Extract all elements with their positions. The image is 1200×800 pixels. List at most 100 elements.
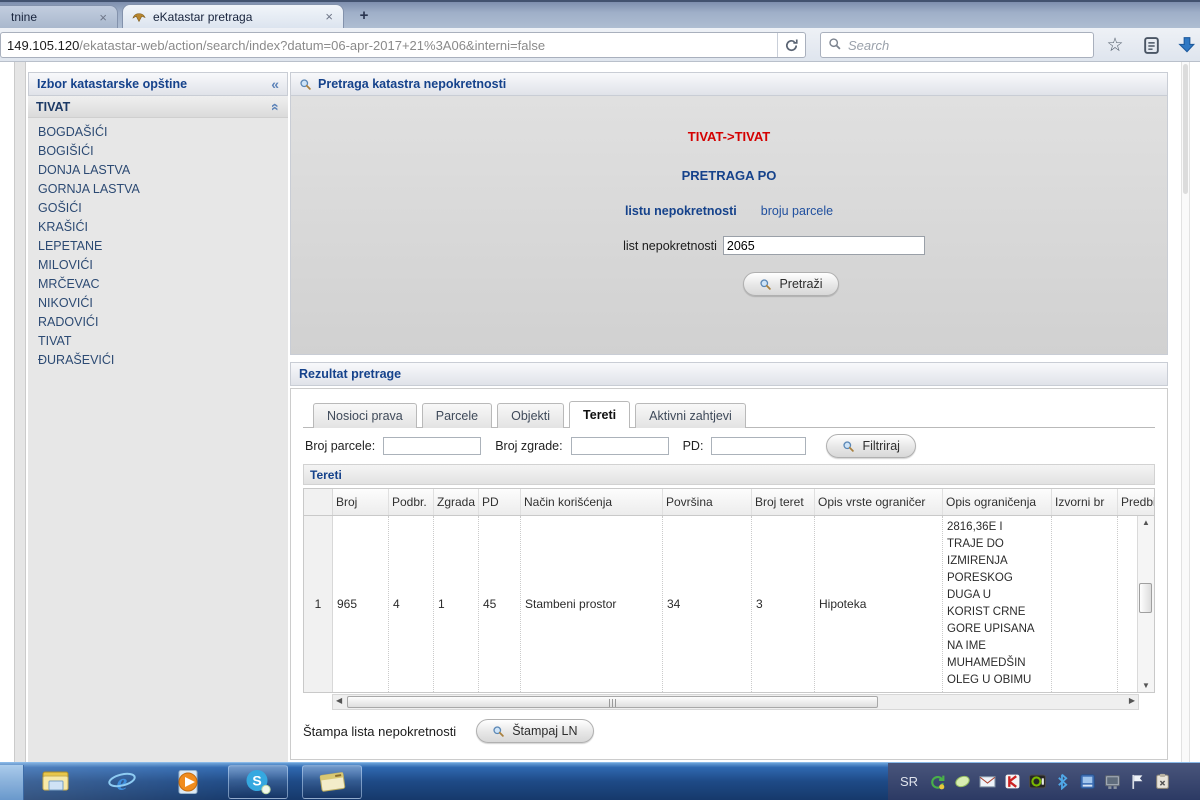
- leaf-icon[interactable]: [954, 773, 971, 790]
- mode-parcel-link[interactable]: broju parcele: [761, 204, 833, 218]
- page-scrollbar[interactable]: [1181, 62, 1190, 762]
- sidebar-item[interactable]: RADOVIĆI: [38, 313, 288, 332]
- sidebar-item[interactable]: MILOVIĆI: [38, 256, 288, 275]
- sidebar-item[interactable]: LEPETANE: [38, 237, 288, 256]
- flag-icon[interactable]: [1129, 773, 1146, 790]
- app-grid-icon[interactable]: [1079, 773, 1096, 790]
- sidebar-item[interactable]: TIVAT: [38, 332, 288, 351]
- sync-icon[interactable]: [929, 773, 946, 790]
- search-input[interactable]: Search: [820, 32, 1094, 58]
- sidebar-item[interactable]: DONJA LASTVA: [38, 161, 288, 180]
- active-window-icon[interactable]: [302, 765, 362, 799]
- grid-header-cell[interactable]: Način korišćenja: [521, 489, 663, 515]
- ln-number-input[interactable]: [723, 236, 925, 255]
- explorer-icon[interactable]: [30, 765, 82, 799]
- filter-row: Broj parcele: Broj zgrade: PD: Filtriraj: [303, 428, 1155, 464]
- sidebar-group-tivat[interactable]: TIVAT «: [28, 96, 288, 118]
- sidebar-item[interactable]: ĐURAŠEVIĆI: [38, 351, 288, 370]
- cell-zgrada: 1: [434, 516, 479, 692]
- result-tab[interactable]: Objekti: [497, 403, 564, 428]
- close-icon[interactable]: ×: [323, 10, 335, 23]
- reload-icon[interactable]: [777, 33, 805, 57]
- sidebar-item[interactable]: GOŠIĆI: [38, 199, 288, 218]
- tab-active[interactable]: eKatastar pretraga ×: [122, 4, 344, 28]
- display-icon[interactable]: [1104, 773, 1121, 790]
- results-title-bar: Rezultat pretrage: [290, 362, 1168, 386]
- search-button[interactable]: Pretraži: [743, 272, 838, 296]
- sidebar-item[interactable]: NIKOVIĆI: [38, 294, 288, 313]
- scroll-right-icon[interactable]: ▶: [1129, 696, 1135, 705]
- grid-vscroll-thumb[interactable]: [1139, 583, 1152, 613]
- gpu-icon[interactable]: [1029, 773, 1046, 790]
- favicon-icon: [131, 9, 147, 25]
- sidebar-item[interactable]: MRČEVAC: [38, 275, 288, 294]
- browser-tab-bar: tnine × eKatastar pretraga × +: [0, 0, 1200, 28]
- url-domain: 149.105.120: [7, 38, 79, 53]
- print-ln-button[interactable]: Štampaj LN: [476, 719, 593, 743]
- grid-header-cell[interactable]: PD: [479, 489, 521, 515]
- result-tab[interactable]: Aktivni zahtjevi: [635, 403, 746, 428]
- skype-icon[interactable]: S: [228, 765, 288, 799]
- tereti-grid: Broj Podbr. Zgrada PD Način korišćenja P…: [303, 488, 1155, 693]
- scroll-left-icon[interactable]: ◀: [336, 696, 342, 705]
- mail-icon[interactable]: [979, 773, 996, 790]
- bookmarks-list-icon[interactable]: [1140, 34, 1162, 56]
- grid-horizontal-scrollbar[interactable]: ◀ ▶: [332, 694, 1139, 710]
- grid-header-cell[interactable]: Opis vrste ograničer: [815, 489, 943, 515]
- ln-form-row: list nepokretnosti: [336, 236, 1200, 255]
- table-row[interactable]: 1 965 4 1 45 Stambeni prostor 34 3 Hipot…: [304, 516, 1155, 692]
- page-scrollbar-thumb[interactable]: [1183, 64, 1188, 194]
- filter-pd-label: PD:: [683, 439, 704, 453]
- page-title: Pretraga katastra nepokretnosti: [318, 77, 506, 91]
- antivirus-icon[interactable]: [1004, 773, 1021, 790]
- tab-background[interactable]: tnine ×: [0, 5, 118, 28]
- grid-header-cell[interactable]: Izvorni br: [1052, 489, 1118, 515]
- internet-explorer-icon[interactable]: e: [96, 765, 148, 799]
- collapse-panel-icon[interactable]: «: [271, 76, 279, 92]
- clipboard-icon[interactable]: [1154, 773, 1171, 790]
- close-icon[interactable]: ×: [97, 11, 109, 24]
- grid-hscroll-thumb[interactable]: [347, 696, 878, 708]
- grid-header-cell[interactable]: Opis ograničenja: [943, 489, 1052, 515]
- sidebar-item[interactable]: GORNJA LASTVA: [38, 180, 288, 199]
- bookmark-star-icon[interactable]: ☆: [1104, 34, 1126, 56]
- grid-header-cell[interactable]: Broj: [333, 489, 389, 515]
- url-bar[interactable]: 149.105.120/ekatastar-web/action/search/…: [0, 32, 806, 58]
- bluetooth-icon[interactable]: [1054, 773, 1071, 790]
- collapsed-panel-strip[interactable]: [14, 62, 26, 762]
- result-tab[interactable]: Parcele: [422, 403, 492, 428]
- tereti-section-title: Tereti: [310, 468, 342, 482]
- new-tab-button[interactable]: +: [352, 7, 376, 26]
- filter-pd-input[interactable]: [711, 437, 806, 455]
- sidebar-item[interactable]: KRAŠIĆI: [38, 218, 288, 237]
- downloads-icon[interactable]: [1176, 34, 1198, 56]
- grid-vertical-scrollbar[interactable]: ▲ ▼: [1137, 516, 1154, 692]
- language-indicator[interactable]: SR: [900, 774, 918, 789]
- sidebar-item[interactable]: BOGIŠIĆI: [38, 142, 288, 161]
- grid-header-cell[interactable]: Površina: [663, 489, 752, 515]
- filter-button-label: Filtriraj: [862, 439, 900, 453]
- scroll-up-icon[interactable]: ▲: [1138, 518, 1154, 527]
- cell-nacin-koriscenja: Stambeni prostor: [521, 516, 663, 692]
- filter-building-input[interactable]: [571, 437, 669, 455]
- tab-title: eKatastar pretraga: [153, 10, 252, 24]
- sidebar-item[interactable]: BOGDAŠIĆI: [38, 123, 288, 142]
- media-player-icon[interactable]: [162, 765, 214, 799]
- filter-button[interactable]: Filtriraj: [826, 434, 916, 458]
- sidebar: Izbor katastarske opštine « TIVAT « BOGD…: [28, 72, 288, 762]
- grid-header-cell[interactable]: Zgrada: [434, 489, 479, 515]
- grid-header-cell[interactable]: Podbr.: [389, 489, 434, 515]
- result-tab[interactable]: Nosioci prava: [313, 403, 417, 428]
- scroll-down-icon[interactable]: ▼: [1138, 681, 1154, 690]
- screen: tnine × eKatastar pretraga × + 149.105.1…: [0, 0, 1200, 800]
- taskbar-edge-button[interactable]: [0, 765, 24, 800]
- filter-parcel-input[interactable]: [383, 437, 481, 455]
- cell-podbr: 4: [389, 516, 434, 692]
- grid-header-cell[interactable]: Broj teret: [752, 489, 815, 515]
- selected-municipality: TIVAT->TIVAT: [291, 129, 1167, 144]
- grid-header-cell[interactable]: Predbilj: [1118, 489, 1155, 515]
- collapse-group-icon[interactable]: «: [268, 103, 284, 111]
- result-tab[interactable]: Tereti: [569, 401, 630, 428]
- mode-ln-link[interactable]: listu nepokretnosti: [625, 204, 737, 218]
- browser-navbar: 149.105.120/ekatastar-web/action/search/…: [0, 28, 1200, 62]
